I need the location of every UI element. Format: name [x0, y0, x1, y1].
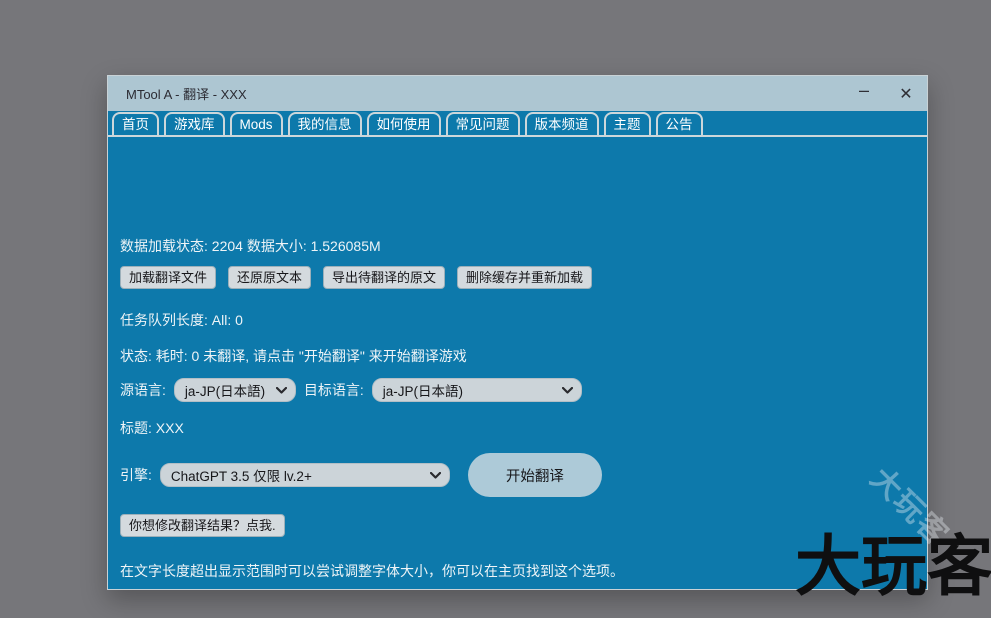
translate-panel: 数据加载状态: 2204 数据大小: 1.526085M 加载翻译文件 还原原文…	[108, 137, 927, 589]
window-title: MTool A - 翻译 - XXX	[108, 84, 843, 103]
status-text: 状态: 耗时: 0 未翻译, 请点击 "开始翻译" 来开始翻译游戏	[120, 346, 467, 366]
engine-select[interactable]: ChatGPT 3.5 仅限 lv.2+	[160, 463, 450, 487]
close-icon: ✕	[899, 84, 912, 104]
edit-results-row: 你想修改翻译结果？点我.	[120, 514, 285, 537]
clear-cache-reload-button[interactable]: 删除缓存并重新加载	[457, 266, 592, 289]
restore-original-text-button[interactable]: 还原原文本	[228, 266, 311, 289]
tab-my-info[interactable]: 我的信息	[288, 112, 362, 135]
tab-home[interactable]: 首页	[112, 112, 159, 135]
start-translation-button[interactable]: 开始翻译	[468, 453, 602, 497]
mtool-window: MTool A - 翻译 - XXX – ✕ 首页 游戏库 Mods 我的信息 …	[107, 75, 928, 590]
minimize-button[interactable]: –	[843, 76, 885, 111]
tab-mods[interactable]: Mods	[230, 112, 283, 135]
titlebar[interactable]: MTool A - 翻译 - XXX – ✕	[108, 76, 927, 111]
chevron-down-icon	[276, 387, 287, 394]
task-queue-length: 任务队列长度: All: 0	[120, 310, 243, 330]
engine-row: 引擎: ChatGPT 3.5 仅限 lv.2+ 开始翻译	[120, 453, 602, 497]
tab-bar: 首页 游戏库 Mods 我的信息 如何使用 常见问题 版本频道 主题 公告	[108, 111, 927, 137]
close-button[interactable]: ✕	[885, 76, 927, 111]
engine-label: 引擎:	[120, 465, 152, 485]
tab-faq[interactable]: 常见问题	[446, 112, 520, 135]
data-load-status: 数据加载状态: 2204 数据大小: 1.526085M	[120, 236, 381, 256]
chevron-down-icon	[430, 472, 441, 479]
target-language-label: 目标语言:	[304, 380, 364, 400]
font-size-tip: 在文字长度超出显示范围时可以尝试调整字体大小，你可以在主页找到这个选项。	[120, 561, 624, 581]
source-language-value: ja-JP(日本語)	[185, 380, 265, 400]
load-translation-file-button[interactable]: 加载翻译文件	[120, 266, 216, 289]
tab-how-to-use[interactable]: 如何使用	[367, 112, 441, 135]
target-language-value: ja-JP(日本語)	[383, 380, 463, 400]
tab-announcement[interactable]: 公告	[656, 112, 703, 135]
tab-version-channel[interactable]: 版本频道	[525, 112, 599, 135]
source-language-label: 源语言:	[120, 380, 166, 400]
export-untranslated-button[interactable]: 导出待翻译的原文	[323, 266, 445, 289]
chevron-down-icon	[562, 387, 573, 394]
language-row: 源语言: ja-JP(日本語) 目标语言: ja-JP(日本語)	[120, 378, 590, 402]
action-button-row: 加载翻译文件 还原原文本 导出待翻译的原文 删除缓存并重新加载	[120, 266, 604, 289]
engine-value: ChatGPT 3.5 仅限 lv.2+	[171, 465, 312, 485]
tab-game-library[interactable]: 游戏库	[164, 112, 225, 135]
minimize-icon: –	[859, 80, 869, 101]
source-language-select[interactable]: ja-JP(日本語)	[174, 378, 296, 402]
game-title-text: 标题: XXX	[120, 418, 184, 438]
edit-translation-results-button[interactable]: 你想修改翻译结果？点我.	[120, 514, 285, 537]
target-language-select[interactable]: ja-JP(日本語)	[372, 378, 582, 402]
tab-theme[interactable]: 主题	[604, 112, 651, 135]
